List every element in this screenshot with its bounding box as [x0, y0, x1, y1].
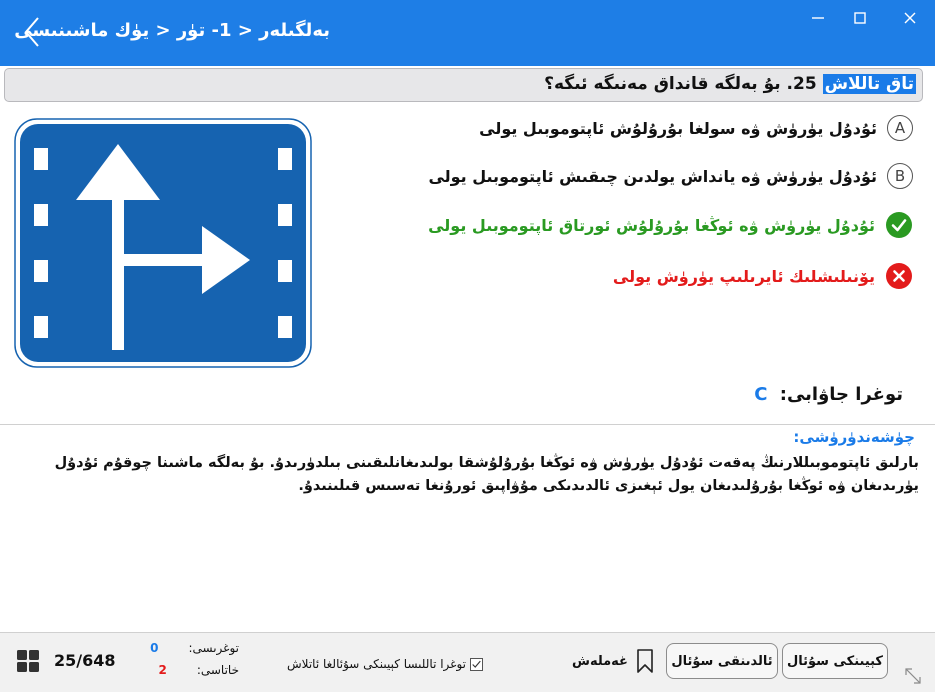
question-type-tag: تاق تاللاش [822, 74, 916, 94]
maximize-icon[interactable] [848, 6, 872, 30]
correct-answer-label: توغرا جاۋابى: [779, 384, 903, 405]
resize-icon[interactable] [904, 667, 922, 685]
correct-answer-letter: C [754, 384, 768, 405]
bookmark-label: غەملەش [572, 653, 628, 669]
option-c-text: ئۇدۇل يۈرۈش ۋە ئوڭغا بۇرۇلۇش ئورتاق ئاپت… [428, 215, 875, 235]
footer-bar: 25/648 توغرىسى: 0 خاتاسى: 2 توغرا تاللىس… [0, 632, 935, 692]
auto-next-label: توغرا تاللىسا كېيىنكى سۇئالغا ئاتلاش [287, 657, 466, 671]
question-header: تاق تاللاش 25. بۇ بەلگە قانداق مەنىگە ئى… [4, 68, 923, 102]
correct-stat: توغرىسى: 0 [150, 641, 239, 655]
bookmark-toggle[interactable]: غەملەش [572, 649, 654, 673]
minimize-icon[interactable] [806, 6, 830, 30]
wrong-stat-label: خاتاسى: [196, 663, 239, 677]
prev-question-button[interactable]: ئالدىنقى سۇئال [666, 643, 778, 679]
road-sign-image [14, 118, 312, 368]
option-d-text: يۆنىلىشلىك ئايرىلىپ يۈرۈش يولى [612, 266, 875, 286]
next-question-button[interactable]: كېيىنكى سۇئال [782, 643, 888, 679]
divider [0, 424, 935, 425]
option-a-letter: A [887, 115, 913, 141]
option-a-text: ئۇدۇل يۈرۈش ۋە سولغا بۇرۇلۇش ئاپتوموبىل … [479, 118, 877, 138]
auto-next-checkbox[interactable] [470, 657, 483, 671]
correct-answer: توغرا جاۋابى: C [754, 384, 903, 405]
window-title: بەلگىلەر < 1- تۈر < يۈك ماشىنىسى [14, 20, 330, 41]
explanation-text: بارلىق ئاپتوموبىللارنىڭ پەقەت ئۇدۇل يۈرۈ… [54, 455, 919, 494]
option-a[interactable]: A ئۇدۇل يۈرۈش ۋە سولغا بۇرۇلۇش ئاپتوموبى… [479, 113, 913, 143]
question-number: 25. [786, 74, 817, 94]
wrong-stat-count: 2 [158, 663, 167, 677]
option-b[interactable]: B ئۇدۇل يۈرۈش ۋە يانداش يولدىن چىقىش ئاپ… [428, 161, 913, 191]
explanation-title: چۈشەندۈرۈشى: [793, 428, 915, 446]
question-line: تاق تاللاش 25. بۇ بەلگە قانداق مەنىگە ئى… [544, 74, 916, 94]
wrong-stat: خاتاسى: 2 [158, 663, 239, 677]
correct-stat-label: توغرىسى: [188, 641, 239, 655]
check-circle-icon [886, 212, 912, 238]
title-bar: بەلگىلەر < 1- تۈر < يۈك ماشىنىسى [0, 0, 935, 66]
x-circle-icon [886, 263, 912, 289]
grid-icon[interactable] [16, 649, 40, 673]
auto-next-toggle[interactable]: توغرا تاللىسا كېيىنكى سۇئالغا ئاتلاش [287, 657, 483, 671]
option-b-text: ئۇدۇل يۈرۈش ۋە يانداش يولدىن چىقىش ئاپتو… [428, 166, 877, 186]
question-progress: 25/648 [54, 651, 116, 670]
question-text: بۇ بەلگە قانداق مەنىگە ئىگە؟ [544, 74, 781, 94]
correct-stat-count: 0 [150, 641, 159, 655]
bookmark-icon [637, 649, 653, 673]
check-icon [472, 660, 481, 668]
option-b-letter: B [887, 163, 913, 189]
option-d[interactable]: يۆنىلىشلىك ئايرىلىپ يۈرۈش يولى [613, 261, 913, 291]
option-c[interactable]: ئۇدۇل يۈرۈش ۋە ئوڭغا بۇرۇلۇش ئورتاق ئاپت… [428, 210, 913, 240]
close-icon[interactable] [898, 6, 922, 30]
